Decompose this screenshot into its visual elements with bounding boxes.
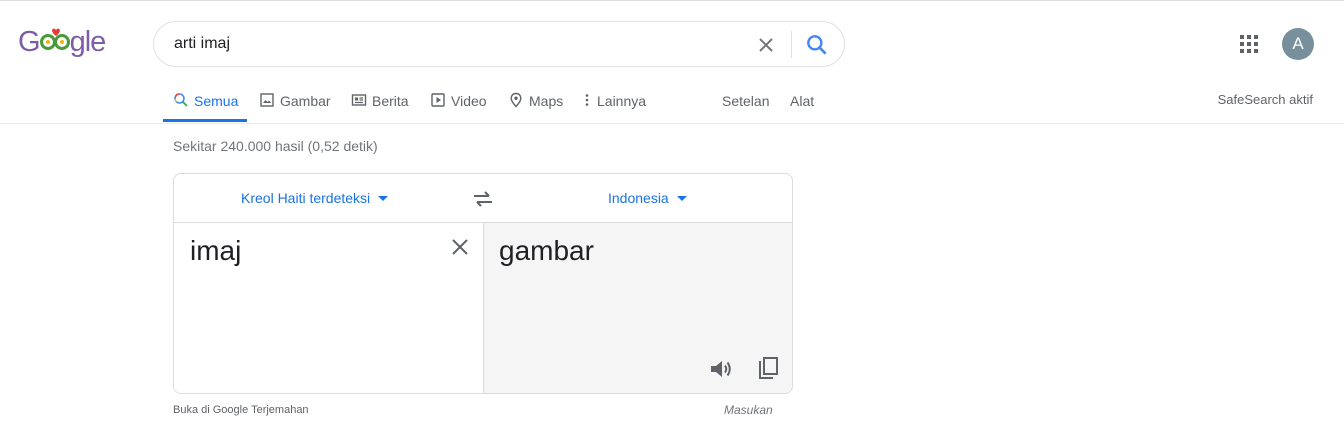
source-language-label: Kreol Haiti terdeteksi	[241, 190, 371, 206]
translate-header: Kreol Haiti terdeteksi Indonesia	[174, 174, 792, 223]
source-text-pane[interactable]: imaj	[174, 223, 484, 393]
tab-label: Gambar	[280, 93, 331, 109]
logo-letter-g: G	[18, 26, 41, 58]
search-icon	[174, 93, 188, 107]
more-vert-icon	[585, 94, 589, 106]
account-avatar[interactable]: A	[1282, 28, 1314, 60]
clear-source-icon[interactable]	[448, 235, 472, 259]
apps-grid-icon[interactable]	[1239, 34, 1259, 54]
source-text[interactable]: imaj	[190, 235, 241, 267]
tab-label: Semua	[194, 93, 239, 109]
feedback-link[interactable]: Masukan	[724, 403, 773, 417]
chevron-down-icon	[378, 196, 389, 201]
logo-letters-gle: gle	[69, 26, 107, 58]
target-language-select[interactable]: Indonesia	[608, 190, 687, 206]
tools-label: Alat	[790, 93, 815, 109]
tabs-divider	[0, 123, 1344, 124]
map-pin-icon	[510, 92, 522, 108]
video-icon	[431, 93, 445, 107]
translate-card: Kreol Haiti terdeteksi Indonesia imaj ga…	[173, 173, 793, 394]
tab-label: Berita	[372, 93, 409, 109]
source-language-select[interactable]: Kreol Haiti terdeteksi	[241, 190, 389, 206]
news-icon	[351, 94, 367, 106]
speaker-icon[interactable]	[708, 356, 734, 382]
tab-label: Lainnya	[597, 93, 647, 109]
copy-icon[interactable]	[756, 356, 780, 382]
open-in-translate-link[interactable]: Buka di Google Terjemahan	[173, 404, 309, 416]
tab-label: Video	[451, 93, 487, 109]
settings-label: Setelan	[722, 93, 770, 109]
safesearch-status[interactable]: SafeSearch aktif	[1218, 92, 1313, 107]
swap-languages-icon[interactable]	[472, 189, 494, 209]
search-input[interactable]	[174, 33, 734, 55]
tab-label: Maps	[529, 93, 564, 109]
target-language-label: Indonesia	[608, 190, 669, 206]
result-stats: Sekitar 240.000 hasil (0,52 detik)	[173, 138, 378, 154]
translated-text: gambar	[499, 235, 594, 266]
searchbox-divider	[791, 31, 792, 58]
search-box	[153, 21, 845, 67]
search-icon[interactable]	[804, 32, 830, 58]
target-text-pane: gambar	[484, 223, 792, 393]
image-icon	[260, 93, 274, 107]
clear-search-icon[interactable]	[754, 33, 778, 57]
chevron-down-icon	[676, 196, 687, 201]
google-logo[interactable]: G gle	[18, 26, 107, 60]
doodle-oo-icon	[39, 28, 70, 50]
active-tab-indicator	[163, 119, 247, 122]
top-border	[0, 0, 1344, 1]
